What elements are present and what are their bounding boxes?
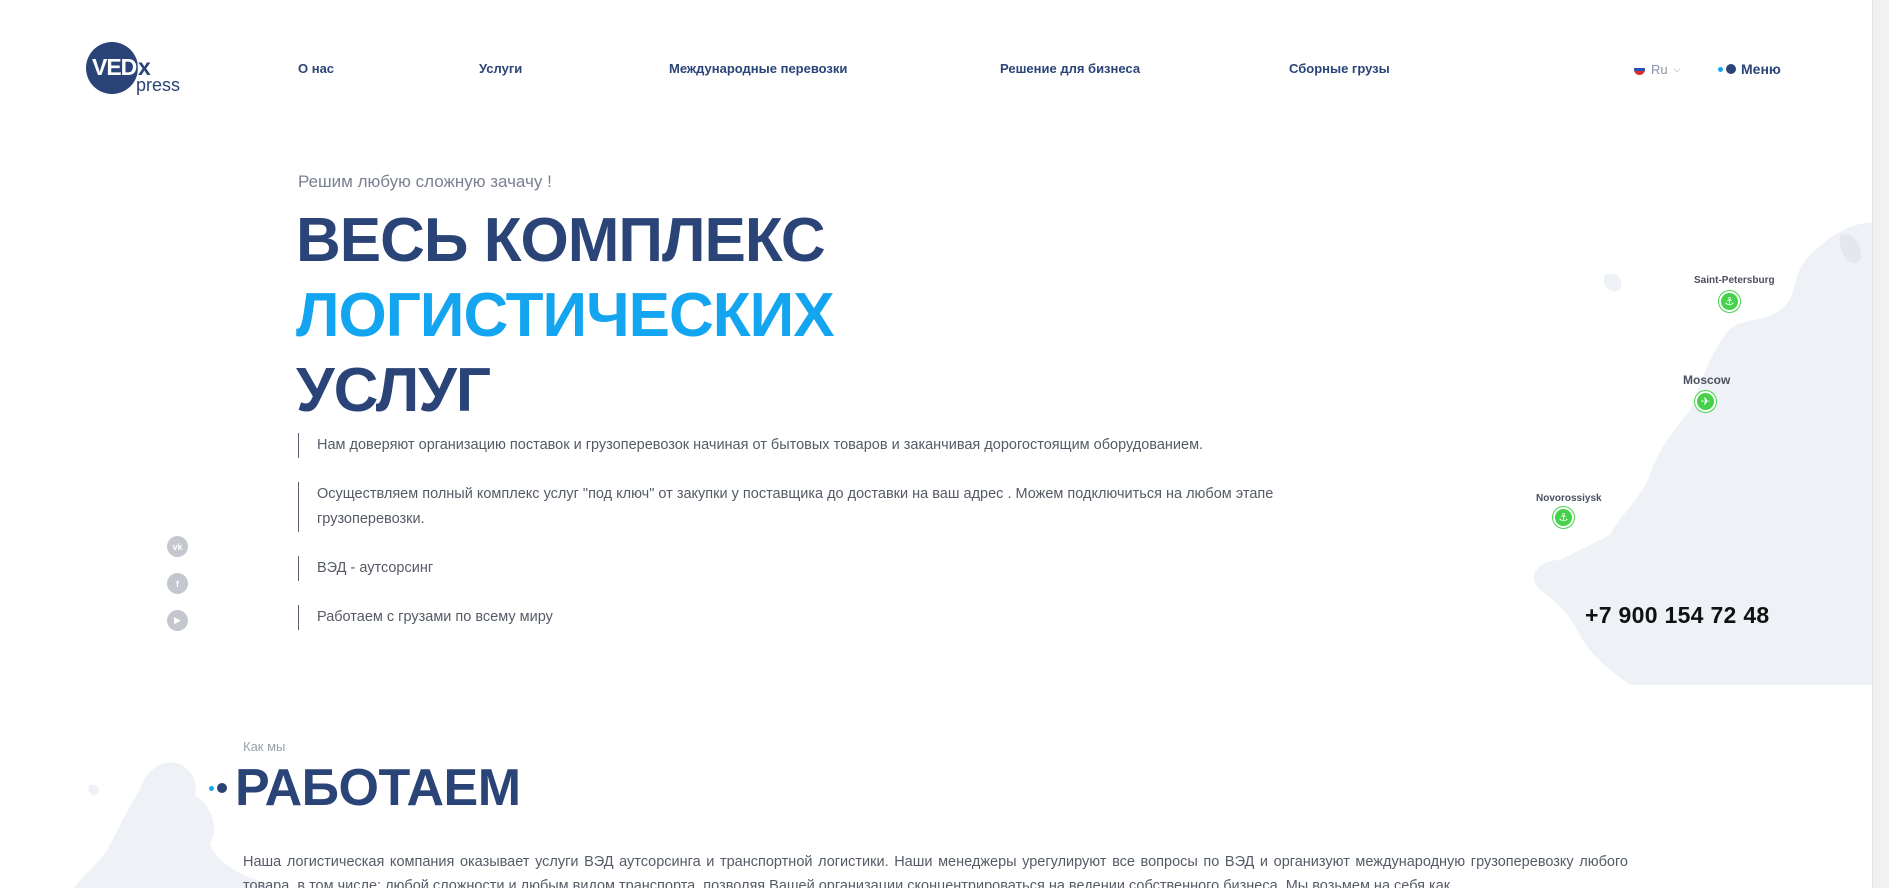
- anchor-icon[interactable]: ⚓: [1553, 507, 1574, 528]
- section-dots-icon: [209, 783, 227, 793]
- page-scrollbar[interactable]: [1872, 0, 1889, 888]
- hero-title-line-2: ЛОГИСТИЧЕСКИХ: [296, 281, 835, 350]
- language-switcher[interactable]: Ru ⌵: [1634, 62, 1680, 77]
- nav-item-about[interactable]: О нас: [298, 61, 334, 76]
- plane-icon[interactable]: ✈: [1695, 391, 1716, 412]
- bullet-item: Нам доверяют организацию поставок и груз…: [298, 433, 1338, 458]
- bullet-item: ВЭД - аутсорсинг: [298, 556, 1338, 581]
- nav-item-business-solutions[interactable]: Решение для бизнеса: [1000, 61, 1140, 76]
- section-title: РАБОТАЕМ: [235, 759, 521, 817]
- menu-dots-icon: [1718, 64, 1736, 74]
- city-label-novorossiysk: Novorossiysk: [1536, 493, 1602, 504]
- hero-title-line-3: УСЛУГ: [296, 356, 491, 425]
- bullet-item: Осуществляем полный комплекс услуг "под …: [298, 482, 1338, 532]
- russia-flag-icon: [1634, 64, 1645, 75]
- anchor-icon[interactable]: ⚓: [1719, 291, 1740, 312]
- youtube-icon[interactable]: ▶: [167, 610, 188, 631]
- section-eyebrow: Как мы: [243, 739, 286, 754]
- social-links: vk f ▶: [167, 536, 188, 647]
- language-label: Ru: [1651, 62, 1668, 77]
- section-paragraph: Наша логистическая компания оказывает ус…: [243, 854, 1628, 888]
- hero-title: ВЕСЬ КОМПЛЕКС ЛОГИСТИЧЕСКИХ УСЛУГ: [296, 203, 835, 428]
- city-label-saint-petersburg: Saint-Petersburg: [1694, 275, 1775, 286]
- menu-button[interactable]: Меню: [1718, 61, 1781, 77]
- nav-item-international-shipping[interactable]: Международные перевозки: [669, 61, 847, 76]
- facebook-icon[interactable]: f: [167, 573, 188, 594]
- section-title-wrap: РАБОТАЕМ: [209, 758, 521, 818]
- hero-title-line-1: ВЕСЬ КОМПЛЕКС: [296, 206, 826, 275]
- vk-icon[interactable]: vk: [167, 536, 188, 557]
- menu-label: Меню: [1741, 61, 1781, 77]
- main-nav: О нас Услуги Международные перевозки Реш…: [0, 61, 1889, 81]
- nav-item-services[interactable]: Услуги: [479, 61, 522, 76]
- bullet-item: Работаем с грузами по всему миру: [298, 605, 1338, 630]
- phone-number[interactable]: +7 900 154 72 48: [1585, 602, 1770, 629]
- chevron-down-icon: ⌵: [1673, 64, 1681, 74]
- hero-subtitle: Решим любую сложную зачачу !: [298, 172, 552, 191]
- nav-item-consolidated-cargo[interactable]: Сборные грузы: [1289, 61, 1390, 76]
- hero-bullets: Нам доверяют организацию поставок и груз…: [298, 433, 1338, 654]
- city-label-moscow: Moscow: [1683, 373, 1731, 387]
